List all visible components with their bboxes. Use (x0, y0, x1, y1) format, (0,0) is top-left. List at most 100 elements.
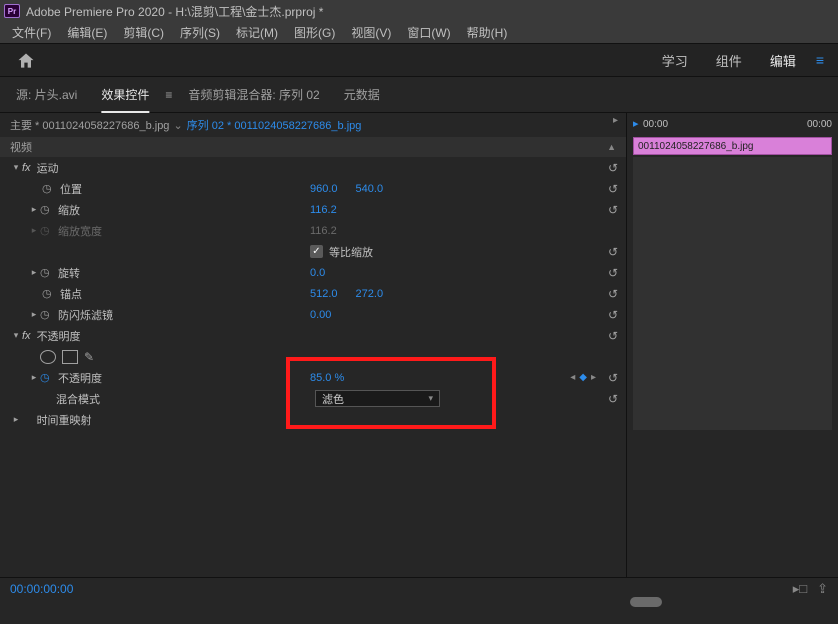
rotation-value[interactable]: 0.0 (310, 267, 325, 279)
reset-icon[interactable]: ↺ (608, 392, 618, 406)
stopwatch-icon[interactable]: ◷ (42, 287, 56, 300)
opacity-label: 不透明度 (58, 370, 102, 386)
add-keyframe-icon[interactable]: ◆ (579, 372, 587, 383)
position-x-value[interactable]: 960.0 (310, 183, 338, 195)
anchor-y-value[interactable]: 272.0 (356, 288, 384, 300)
reset-icon[interactable]: ↺ (608, 182, 618, 196)
property-lane (633, 241, 832, 262)
home-icon[interactable] (16, 51, 36, 69)
menu-graphics[interactable]: 图形(G) (286, 24, 343, 41)
prev-keyframe-icon[interactable]: ◂ (570, 372, 575, 383)
breadcrumb-master[interactable]: 主要 * 0011024058227686_b.jpg (10, 117, 169, 133)
motion-label: 运动 (37, 160, 59, 176)
twisty-icon[interactable] (28, 267, 40, 278)
menu-window[interactable]: 窗口(W) (399, 24, 458, 41)
workspace-edit[interactable]: 编辑 (756, 51, 810, 70)
tab-audio-mixer[interactable]: 音频剪辑混合器: 序列 02 (176, 86, 331, 103)
tab-source[interactable]: 源: 片头.avi (4, 86, 89, 103)
export-icon[interactable]: ⇪ (817, 581, 828, 597)
rotation-label: 旋转 (58, 265, 80, 281)
timecode[interactable]: 00:00:00:00 (10, 582, 73, 596)
reset-icon[interactable]: ↺ (608, 203, 618, 217)
reset-icon[interactable]: ↺ (608, 308, 618, 322)
blend-mode-row: 混合模式 滤色 ▾ ↺ (0, 388, 626, 409)
scroll-up-icon[interactable]: ▲ (607, 142, 616, 152)
horizontal-scrollbar[interactable] (0, 596, 838, 608)
time-remapping-row[interactable]: fx 时间重映射 (0, 409, 626, 430)
pen-mask-icon[interactable]: ✎ (84, 350, 94, 364)
stopwatch-icon[interactable]: ◷ (40, 371, 54, 384)
menu-view[interactable]: 视图(V) (343, 24, 399, 41)
scale-value[interactable]: 116.2 (310, 204, 337, 216)
window-title: Adobe Premiere Pro 2020 - H:\混剪\工程\金士杰.p… (26, 3, 323, 20)
breadcrumb-sequence[interactable]: 序列 02 * 0011024058227686_b.jpg (187, 117, 362, 133)
workspace-assembly[interactable]: 组件 (702, 51, 756, 70)
tab-metadata[interactable]: 元数据 (332, 86, 392, 103)
reset-icon[interactable]: ↺ (608, 245, 618, 259)
opacity-section-row[interactable]: fx 不透明度 ↺ (0, 325, 626, 346)
twisty-icon[interactable] (28, 204, 40, 215)
anchor-row: ◷ 锚点 512.0 272.0 ↺ (0, 283, 626, 304)
antiflicker-value[interactable]: 0.00 (310, 309, 331, 321)
opacity-value[interactable]: 85.0 % (310, 372, 344, 384)
property-lane (633, 199, 832, 220)
twisty-icon[interactable] (10, 414, 22, 425)
workspace-learn[interactable]: 学习 (648, 51, 702, 70)
clip-bar[interactable]: 0011024058227686_b.jpg (633, 137, 832, 155)
twisty-icon[interactable] (28, 225, 40, 236)
twisty-icon[interactable] (10, 162, 22, 173)
ruler-end: 00:00 (807, 119, 832, 130)
twisty-icon[interactable] (28, 372, 40, 383)
blend-mode-dropdown[interactable]: 滤色 ▾ (315, 390, 440, 407)
property-lane (633, 283, 832, 304)
menu-edit[interactable]: 编辑(E) (59, 24, 115, 41)
rect-mask-icon[interactable] (62, 350, 78, 364)
anchor-label: 锚点 (60, 286, 82, 302)
motion-row[interactable]: fx 运动 ↺ (0, 157, 626, 178)
reset-icon[interactable]: ↺ (608, 161, 618, 175)
menu-sequence[interactable]: 序列(S) (172, 24, 228, 41)
timeline-ruler[interactable]: 00:00 00:00 (627, 113, 838, 135)
ellipse-mask-icon[interactable] (40, 350, 56, 364)
panel-menu-icon[interactable]: ≡ (161, 88, 176, 102)
stopwatch-icon[interactable]: ◷ (40, 308, 54, 321)
reset-icon[interactable]: ↺ (608, 266, 618, 280)
video-section-header: 视频 ▲ (0, 137, 626, 157)
twisty-icon[interactable] (28, 309, 40, 320)
mini-timeline: 00:00 00:00 0011024058227686_b.jpg (626, 113, 838, 577)
workspace-bar: 学习 组件 编辑 ≡ (0, 43, 838, 77)
anchor-x-value[interactable]: 512.0 (310, 288, 338, 300)
playhead-icon[interactable] (633, 117, 639, 130)
menu-file[interactable]: 文件(F) (4, 24, 59, 41)
position-y-value[interactable]: 540.0 (356, 183, 384, 195)
stopwatch-icon[interactable]: ◷ (40, 266, 54, 279)
reset-icon[interactable]: ↺ (608, 371, 618, 385)
antiflicker-label: 防闪烁滤镜 (58, 307, 113, 323)
menu-help[interactable]: 帮助(H) (459, 24, 516, 41)
reset-icon[interactable]: ↺ (608, 287, 618, 301)
tab-effect-controls[interactable]: 效果控件 (89, 86, 161, 103)
chevron-down-icon: ▾ (428, 393, 433, 404)
opacity-section-label: 不透明度 (37, 328, 81, 344)
keyframe-nav[interactable]: ◂ ◆ ▸ (570, 372, 596, 383)
next-keyframe-icon[interactable]: ▸ (591, 372, 596, 383)
uniform-scale-checkbox[interactable]: ✓ (310, 245, 323, 258)
effect-controls-panel: 主要 * 0011024058227686_b.jpg ⌄ 序列 02 * 00… (0, 113, 626, 577)
fx-badge-icon[interactable]: fx (22, 330, 31, 342)
workspace-menu-icon[interactable]: ≡ (810, 52, 830, 68)
tool-icon[interactable]: ▸□ (793, 581, 807, 597)
property-lane (633, 304, 832, 325)
property-lane (633, 157, 832, 178)
stopwatch-icon[interactable]: ◷ (40, 203, 54, 216)
playhead-indicator-icon: ▸ (613, 115, 618, 126)
property-lane (633, 325, 832, 346)
uniform-scale-row: ✓ 等比缩放 ↺ (0, 241, 626, 262)
scroll-thumb[interactable] (630, 597, 662, 607)
menu-marker[interactable]: 标记(M) (228, 24, 286, 41)
stopwatch-icon[interactable]: ◷ (42, 182, 56, 195)
fx-badge-icon[interactable]: fx (22, 162, 31, 174)
menu-clip[interactable]: 剪辑(C) (115, 24, 172, 41)
twisty-icon[interactable] (10, 330, 22, 341)
reset-icon[interactable]: ↺ (608, 329, 618, 343)
scale-label: 缩放 (58, 202, 80, 218)
